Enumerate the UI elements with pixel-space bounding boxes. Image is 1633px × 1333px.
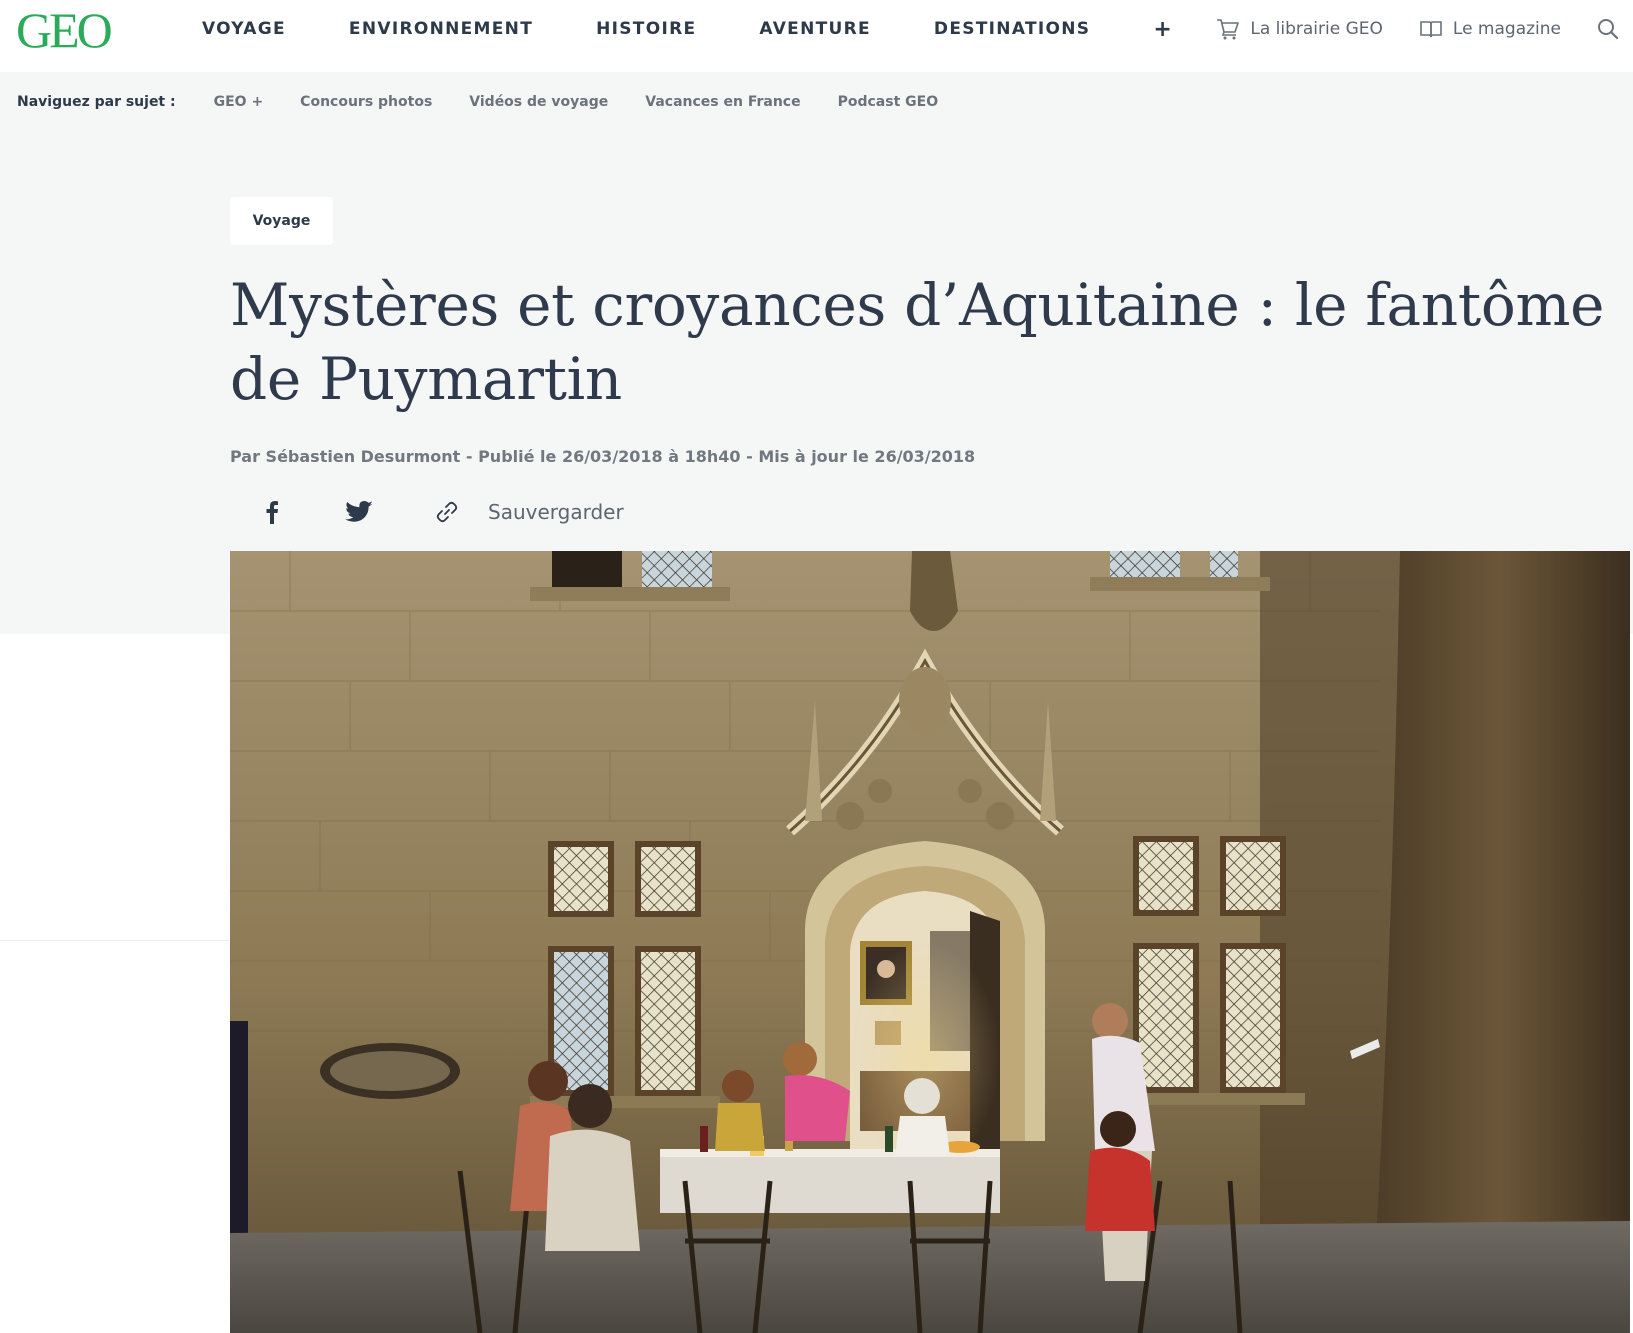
facebook-share-button[interactable] [252,492,292,532]
article-hero-image [230,551,1630,1333]
nav-item-voyage[interactable]: VOYAGE [202,19,286,39]
share-bar: Sauvergarder [230,492,624,532]
cart-icon [1217,19,1240,40]
bookshop-label: La librairie GEO [1250,19,1383,39]
topic-nav: Naviguez par sujet : GEO + Concours phot… [17,91,975,113]
main-nav: VOYAGE ENVIRONNEMENT HISTOIRE AVENTURE D… [202,0,1172,58]
nav-item-aventure[interactable]: AVENTURE [759,19,871,39]
bookshop-link[interactable]: La librairie GEO [1216,18,1383,40]
header-links: La librairie GEO Le magazine [1216,0,1633,58]
topic-nav-vacances-france[interactable]: Vacances en France [645,94,800,110]
magazine-label: Le magazine [1452,19,1561,39]
nav-item-destinations[interactable]: DESTINATIONS [934,19,1090,39]
article-title: Mystères et croyances d’Aquitaine : le f… [230,271,1605,413]
castle-courtyard-illustration [230,551,1630,1333]
save-article-button[interactable]: Sauvergarder [488,500,624,524]
nav-item-histoire[interactable]: HISTOIRE [596,19,696,39]
topic-nav-podcast[interactable]: Podcast GEO [838,94,939,110]
twitter-share-button[interactable] [339,492,379,532]
divider [0,940,230,941]
site-header: GEO VOYAGE ENVIRONNEMENT HISTOIRE AVENTU… [0,0,1633,72]
facebook-icon [266,501,278,524]
topic-nav-title: Naviguez par sujet : [17,94,176,110]
geo-logo[interactable]: GEO [16,2,113,58]
search-icon[interactable] [1597,18,1619,40]
topic-nav-geo-plus[interactable]: GEO + [214,94,264,110]
category-badge[interactable]: Voyage [230,197,333,245]
left-gutter [0,634,230,1333]
article-byline: Par Sébastien Desurmont - Publié le 26/0… [230,447,976,466]
nav-item-environnement[interactable]: ENVIRONNEMENT [349,19,533,39]
twitter-icon [345,500,373,522]
book-icon [1420,21,1442,38]
copy-link-button[interactable] [427,492,467,532]
magazine-link[interactable]: Le magazine [1419,19,1561,39]
topic-nav-concours-photos[interactable]: Concours photos [300,94,432,110]
nav-more-button[interactable]: + [1153,17,1171,42]
link-icon [436,501,458,523]
topic-nav-videos-voyage[interactable]: Vidéos de voyage [469,94,608,110]
